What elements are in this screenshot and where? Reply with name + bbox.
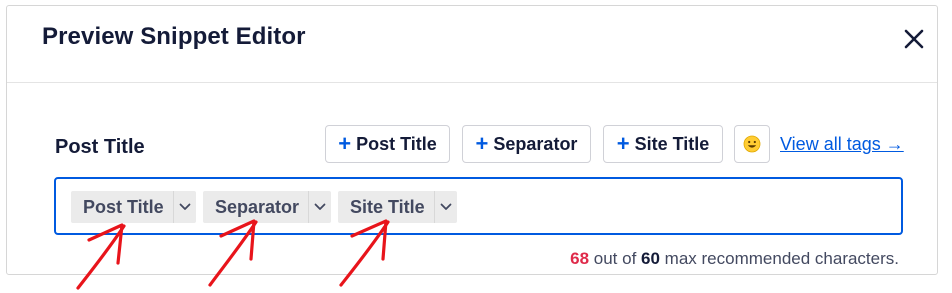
add-separator-tag-button[interactable]: + Separator	[462, 125, 591, 163]
add-site-title-tag-button[interactable]: + Site Title	[603, 125, 723, 163]
plus-icon: +	[338, 131, 352, 156]
modal-dialog: Preview Snippet Editor Post Title + Post…	[6, 5, 938, 275]
add-tag-label: Post Title	[356, 133, 437, 154]
post-title-label: Post Title	[55, 136, 145, 158]
modal-header: Preview Snippet Editor	[7, 6, 937, 83]
chip-label: Separator	[215, 196, 300, 217]
site-title-chip[interactable]: Site Title	[338, 191, 457, 223]
add-tag-label: Separator	[493, 133, 578, 154]
max-character-count: 60	[641, 249, 660, 268]
chip-label: Site Title	[350, 196, 425, 217]
post-title-input[interactable]: Post Title Separator Site Title	[54, 177, 903, 235]
chevron-down-icon[interactable]	[433, 191, 457, 223]
post-title-chip[interactable]: Post Title	[71, 191, 196, 223]
emoji-picker-button[interactable]	[734, 125, 770, 163]
character-counter: 68 out of 60 max recommended characters.	[570, 249, 899, 269]
counter-text-out-of: out of	[589, 249, 642, 268]
counter-text-suffix: max recommended characters.	[659, 249, 899, 268]
smiley-emoji-icon	[743, 135, 761, 153]
separator-chip[interactable]: Separator	[203, 191, 332, 223]
close-icon[interactable]	[903, 28, 925, 50]
plus-icon: +	[475, 131, 489, 156]
plus-icon: +	[616, 131, 630, 156]
chip-label: Post Title	[83, 196, 164, 217]
chevron-down-icon[interactable]	[308, 191, 331, 223]
add-post-title-tag-button[interactable]: + Post Title	[325, 125, 450, 163]
current-character-count: 68	[570, 249, 590, 268]
view-all-tags-link[interactable]: View all tags →	[780, 134, 904, 155]
chevron-down-icon[interactable]	[172, 191, 196, 223]
modal-title: Preview Snippet Editor	[42, 23, 306, 50]
add-tag-label: Site Title	[634, 133, 710, 154]
